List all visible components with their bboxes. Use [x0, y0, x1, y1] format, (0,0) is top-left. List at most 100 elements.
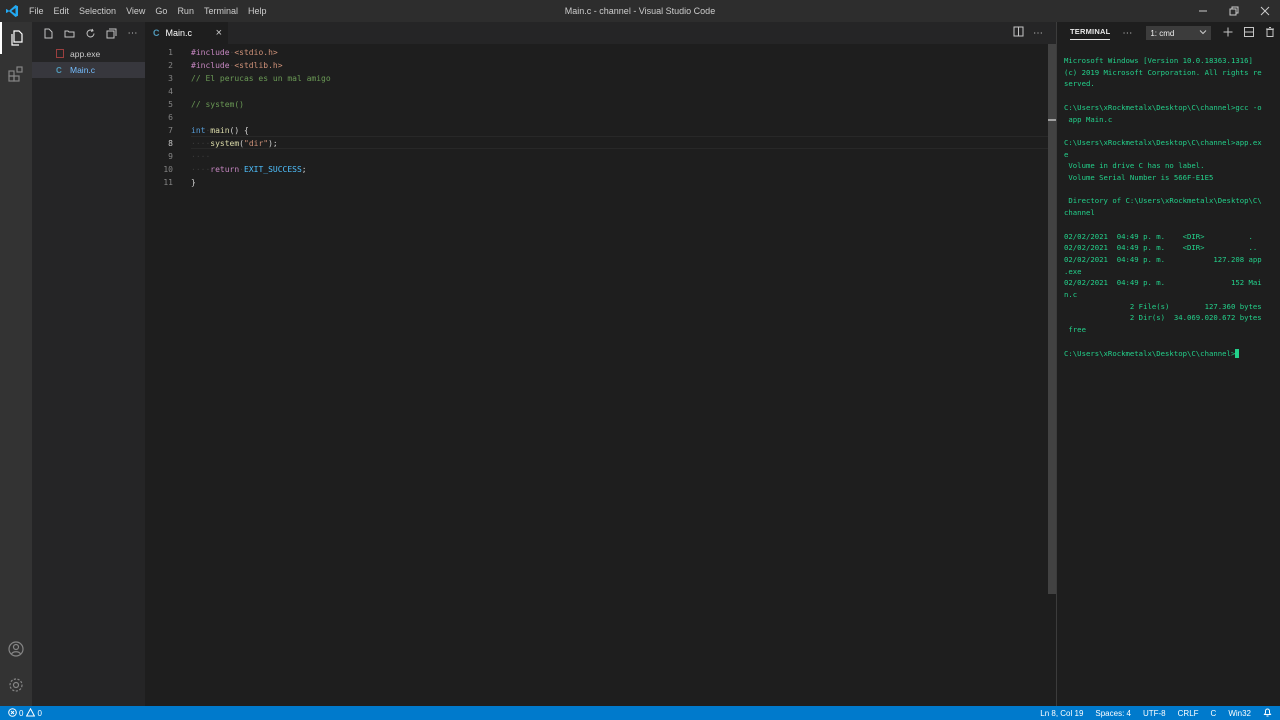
terminal-text: Microsoft Windows [Version 10.0.18363.13…: [1064, 56, 1262, 358]
problems-indicator[interactable]: 0 0: [0, 707, 42, 719]
bell-icon[interactable]: [1263, 707, 1272, 719]
menu-selection[interactable]: Selection: [74, 0, 121, 22]
code-line: 11 }: [145, 176, 1048, 189]
split-terminal-icon[interactable]: [1238, 26, 1259, 40]
code-text: int·main() {: [191, 126, 249, 135]
tab-main-c[interactable]: C Main.c ×: [145, 22, 228, 44]
c-file-icon: C: [56, 65, 62, 75]
status-right: Ln 8, Col 19 Spaces: 4 UTF-8 CRLF C Win3…: [1028, 706, 1272, 720]
platform[interactable]: Win32: [1228, 709, 1251, 718]
code-text: // system(): [191, 100, 244, 109]
end-of-line[interactable]: CRLF: [1178, 709, 1199, 718]
more-actions-icon[interactable]: ⋯: [1028, 28, 1048, 39]
encoding[interactable]: UTF-8: [1143, 709, 1166, 718]
code-text: #include·<stdio.h>: [191, 48, 278, 57]
terminal-select[interactable]: 1: cmd: [1146, 26, 1211, 40]
menu-bar: File Edit Selection View Go Run Terminal…: [24, 0, 271, 22]
file-item-main-c[interactable]: C Main.c: [32, 62, 145, 78]
window-controls: [1187, 0, 1280, 22]
line-number: 3: [168, 74, 173, 83]
error-icon: [8, 707, 17, 719]
error-count: 0: [19, 708, 24, 718]
tab-terminal[interactable]: TERMINAL: [1070, 27, 1111, 40]
explorer-icon[interactable]: [0, 22, 32, 54]
code-text: }: [191, 178, 196, 187]
close-window-icon[interactable]: [1249, 0, 1280, 22]
accounts-icon[interactable]: [0, 633, 32, 665]
terminal-panel: TERMINAL ⋯ 1: cmd Microsoft Windows [Ver…: [1056, 22, 1280, 706]
panel-actions: [1217, 26, 1280, 40]
menu-edit[interactable]: Edit: [49, 0, 75, 22]
editor-actions: ⋯: [1008, 22, 1048, 44]
code-text: #include·<stdlib.h>: [191, 61, 283, 70]
extensions-icon[interactable]: [0, 58, 32, 90]
code-text: ····return·EXIT_SUCCESS;: [191, 165, 307, 174]
scrollbar-cursor-marker: [1048, 119, 1056, 121]
title-bar: File Edit Selection View Go Run Terminal…: [0, 0, 1280, 22]
code-line: 2 #include·<stdlib.h>: [145, 59, 1048, 72]
menu-terminal[interactable]: Terminal: [199, 0, 243, 22]
binary-file-icon: [56, 48, 68, 60]
code-text: ····: [191, 152, 211, 161]
more-actions-icon[interactable]: ⋯: [122, 23, 143, 43]
tab-label: Main.c: [165, 28, 193, 38]
more-actions-icon[interactable]: ⋯: [1122, 28, 1132, 39]
line-number: 5: [168, 100, 173, 109]
code-line: 5 // system(): [145, 98, 1048, 111]
line-number: 1: [168, 48, 173, 57]
warning-icon: [26, 707, 36, 719]
line-number: 10: [163, 165, 173, 174]
file-name: Main.c: [70, 65, 96, 75]
restore-icon[interactable]: [1218, 0, 1249, 22]
line-number: 6: [168, 113, 173, 122]
line-number: 9: [168, 152, 173, 161]
chevron-down-icon: [1199, 28, 1207, 38]
terminal-cursor: [1235, 349, 1240, 359]
activity-bar: [0, 22, 32, 706]
line-number: 4: [168, 87, 173, 96]
new-file-icon[interactable]: [38, 23, 59, 43]
menu-view[interactable]: View: [121, 0, 150, 22]
refresh-icon[interactable]: [80, 23, 101, 43]
panel-header: TERMINAL ⋯ 1: cmd: [1057, 22, 1280, 44]
line-number: 8: [168, 139, 173, 148]
code-line: 10 ····return·EXIT_SUCCESS;: [145, 163, 1048, 176]
language-mode[interactable]: C: [1211, 709, 1217, 718]
menu-help[interactable]: Help: [243, 0, 272, 22]
cursor-position[interactable]: Ln 8, Col 19: [1040, 709, 1083, 718]
vscode-window: File Edit Selection View Go Run Terminal…: [0, 0, 1280, 720]
gear-icon[interactable]: [0, 669, 32, 701]
status-bar: 0 0 Ln 8, Col 19 Spaces: 4 UTF-8 CRLF C …: [0, 706, 1280, 720]
menu-file[interactable]: File: [24, 0, 49, 22]
terminal-select-value: 1: cmd: [1150, 28, 1175, 38]
code-line: 1 #include·<stdio.h>: [145, 46, 1048, 59]
code-text: // El perucas es un mal amigo: [191, 74, 331, 83]
vscode-logo-icon: [0, 0, 24, 22]
editor-scrollbar[interactable]: [1048, 44, 1056, 594]
code-text: ····system("dir");: [191, 139, 278, 148]
menu-run[interactable]: Run: [172, 0, 199, 22]
minimize-icon[interactable]: [1187, 0, 1218, 22]
file-item-app-exe[interactable]: app.exe: [32, 46, 145, 62]
menu-go[interactable]: Go: [150, 0, 172, 22]
code-line: 9 ····: [145, 150, 1048, 163]
code-line: 6: [145, 111, 1048, 124]
close-tab-icon[interactable]: ×: [216, 22, 222, 44]
code-line: 7 int·main() {: [145, 124, 1048, 137]
code-line: 4: [145, 85, 1048, 98]
editor-tab-bar: C Main.c × ⋯: [145, 22, 1056, 44]
trash-icon[interactable]: [1259, 26, 1280, 40]
indentation[interactable]: Spaces: 4: [1095, 709, 1131, 718]
new-terminal-icon[interactable]: [1217, 27, 1238, 40]
new-folder-icon[interactable]: [59, 23, 80, 43]
terminal-output[interactable]: Microsoft Windows [Version 10.0.18363.13…: [1064, 55, 1277, 359]
warning-count: 0: [37, 708, 42, 718]
code-line: 3 // El perucas es un mal amigo: [145, 72, 1048, 85]
line-number: 11: [163, 178, 173, 187]
collapse-all-icon[interactable]: [101, 23, 122, 43]
explorer-toolbar: ⋯: [32, 22, 145, 44]
code-editor[interactable]: 1 #include·<stdio.h> 2 #include·<stdlib.…: [145, 44, 1048, 706]
explorer-sidebar: ⋯ app.exe C Main.c: [32, 22, 145, 706]
c-file-icon: C: [153, 28, 160, 38]
split-editor-icon[interactable]: [1008, 26, 1028, 40]
